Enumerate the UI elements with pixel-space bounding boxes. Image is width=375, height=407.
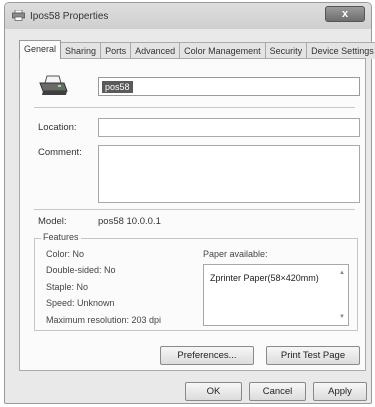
paper-available-list[interactable]: Zprinter Paper(58×420mm) ▲ ▼	[203, 264, 349, 326]
scroll-up-icon[interactable]: ▲	[339, 270, 345, 276]
model-value: pos58 10.0.0.1	[98, 216, 161, 227]
printer-name-value: pos58	[102, 81, 133, 93]
preferences-button[interactable]: Preferences...	[160, 346, 254, 365]
title-bar: Ipos58 Properties x	[5, 3, 371, 29]
features-legend: Features	[41, 232, 81, 242]
print-test-page-button[interactable]: Print Test Page	[266, 346, 360, 365]
feature-staple: Staple: No	[46, 282, 89, 292]
tab-ports[interactable]: Ports	[100, 42, 132, 59]
feature-speed: Speed: Unknown	[46, 298, 115, 308]
tab-device-settings[interactable]: Device Settings	[306, 42, 375, 59]
ok-button[interactable]: OK	[185, 382, 242, 401]
comment-label: Comment:	[38, 147, 82, 158]
scroll-down-icon[interactable]: ▼	[339, 314, 345, 320]
tab-general[interactable]: General	[19, 40, 62, 59]
tab-sharing[interactable]: Sharing	[60, 42, 102, 59]
general-tab-panel: pos58 Location: Comment: Model: pos58 10…	[19, 58, 366, 371]
location-label: Location:	[38, 122, 77, 133]
feature-color: Color: No	[46, 249, 85, 259]
model-label: Model:	[38, 216, 67, 227]
list-item[interactable]: Zprinter Paper(58×420mm)	[210, 273, 319, 283]
cancel-button[interactable]: Cancel	[249, 382, 306, 401]
comment-field[interactable]	[98, 145, 360, 203]
apply-button[interactable]: Apply	[313, 382, 367, 401]
printer-name-field[interactable]: pos58	[98, 77, 360, 96]
tab-advanced[interactable]: Advanced	[130, 42, 181, 59]
divider	[34, 107, 355, 108]
properties-dialog: Ipos58 Properties x General Sharing Port…	[4, 2, 375, 404]
location-field[interactable]	[98, 118, 360, 137]
tab-security[interactable]: Security	[264, 42, 308, 59]
features-group: Features Color: No Double-sided: No Stap…	[34, 232, 358, 331]
close-button[interactable]: x	[325, 6, 365, 22]
tab-color-management[interactable]: Color Management	[179, 42, 266, 59]
paper-available-label: Paper available:	[203, 249, 268, 259]
divider	[34, 209, 355, 210]
printer-icon	[12, 10, 25, 21]
tab-strip: General Sharing Ports Advanced Color Man…	[19, 40, 375, 59]
window-title: Ipos58 Properties	[30, 11, 109, 22]
feature-double-sided: Double-sided: No	[46, 265, 116, 275]
feature-max-resolution: Maximum resolution: 203 dpi	[46, 315, 162, 325]
printer-large-icon	[39, 75, 68, 95]
